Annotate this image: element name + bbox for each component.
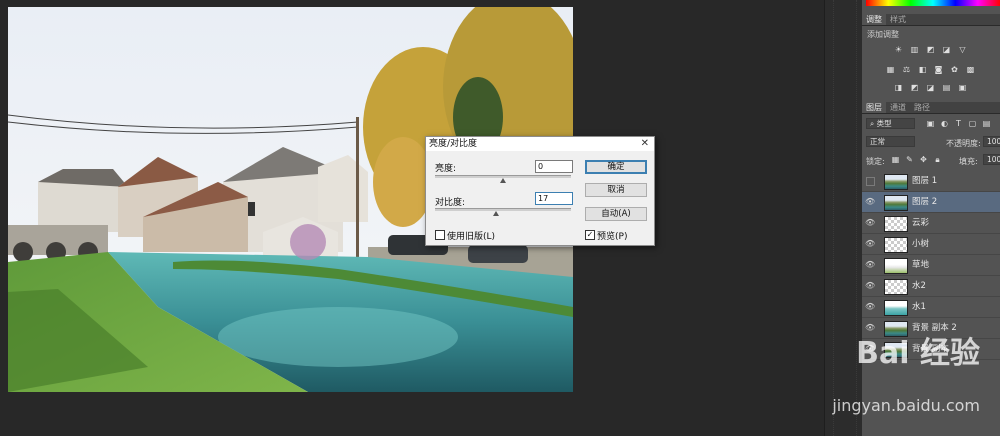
adjustment-icons-row-3: ◨ ◩ ◪ ▤ ▣ <box>862 83 1000 95</box>
kind-filter-select[interactable]: ⌕ 类型 <box>866 118 915 129</box>
contrast-label: 对比度: <box>435 198 466 208</box>
layer-thumbnail <box>884 258 908 274</box>
close-icon[interactable]: ✕ <box>641 137 649 151</box>
kind-filter-value: 类型 <box>876 119 892 128</box>
brightness-contrast-icon[interactable]: ☀ <box>894 45 903 54</box>
channel-mixer-icon[interactable]: ✿ <box>950 65 959 74</box>
opacity-input[interactable]: 100% <box>983 136 1000 147</box>
lock-image-icon[interactable]: ✎ <box>905 155 914 164</box>
legacy-checkbox[interactable] <box>435 230 445 240</box>
vibrance-icon[interactable]: ▽ <box>958 45 967 54</box>
layer-name[interactable]: 草地 <box>912 255 929 275</box>
layer-name[interactable]: 图层 2 <box>912 192 937 212</box>
layer-thumbnail <box>884 237 908 253</box>
dialog-title-bar[interactable]: 亮度/对比度 ✕ <box>426 137 654 151</box>
layer-row[interactable]: 👁︎ 水2 <box>862 276 1000 297</box>
selective-color-icon[interactable]: ▣ <box>958 83 967 92</box>
eye-icon[interactable]: 👁︎ <box>865 260 875 269</box>
watermark-url: jingyan.baidu.com <box>832 396 980 415</box>
invert-icon[interactable]: ◨ <box>894 83 903 92</box>
blend-mode-select[interactable]: 正常 <box>866 136 915 147</box>
eye-icon[interactable]: 👁︎ <box>865 302 875 311</box>
contrast-slider-thumb[interactable] <box>492 211 499 216</box>
layer-name[interactable]: 水2 <box>912 276 926 296</box>
smart-object-filter-icon[interactable]: ▤ <box>982 119 991 128</box>
type-filter-icon[interactable]: T <box>954 119 963 128</box>
fill-label: 填充: <box>959 157 978 166</box>
tab-layers[interactable]: 图层 <box>862 102 886 113</box>
lock-row: 锁定: ▦ ✎ ✥ 🔒︎ 填充: 100% <box>862 153 1000 166</box>
layer-name[interactable]: 图层 1 <box>912 171 937 191</box>
layer-thumbnail <box>884 195 908 211</box>
layer-row[interactable]: 👁︎ 图层 2 <box>862 192 1000 213</box>
cancel-button[interactable]: 取消 <box>585 183 647 197</box>
adjustment-filter-icon[interactable]: ◐ <box>940 119 949 128</box>
preview-checkbox[interactable]: ✓ <box>585 230 595 240</box>
tab-adjustments[interactable]: 调整 <box>862 14 886 25</box>
tab-styles[interactable]: 样式 <box>886 14 910 25</box>
shape-filter-icon[interactable]: ▢ <box>968 119 977 128</box>
search-icon: ⌕ <box>870 119 877 128</box>
legacy-label: 使用旧版(L) <box>447 232 496 242</box>
black-white-icon[interactable]: ◧ <box>918 65 927 74</box>
brightness-contrast-dialog: 亮度/对比度 ✕ 亮度: 0 对比度: 17 确定 取消 自动(A) 使用旧版(… <box>425 136 655 246</box>
eye-icon[interactable]: 👁︎ <box>865 218 875 227</box>
eye-icon[interactable]: 👁︎ <box>865 197 875 206</box>
layers-tab-row: 图层 通道 路径 <box>862 102 1000 114</box>
opacity-label: 不透明度: <box>946 139 981 148</box>
layer-thumbnail <box>884 279 908 295</box>
posterize-icon[interactable]: ◩ <box>910 83 919 92</box>
layer-filter-row: ⌕ 类型 ▣ ◐ T ▢ ▤ <box>862 117 1000 130</box>
adjustment-icons-row-2: ▦ ⚖ ◧ ◙ ✿ ▩ <box>862 65 1000 77</box>
eye-icon[interactable]: 👁︎ <box>865 281 875 290</box>
lock-label: 锁定: <box>866 157 885 166</box>
ok-button[interactable]: 确定 <box>585 160 647 174</box>
fill-input[interactable]: 100% <box>983 154 1000 165</box>
layer-row[interactable]: 👁︎ 水1 <box>862 297 1000 318</box>
add-adjustment-label: 添加调整 <box>867 30 899 39</box>
visibility-toggle[interactable] <box>866 177 875 186</box>
layer-row[interactable]: 👁︎ 草地 <box>862 255 1000 276</box>
dialog-title: 亮度/对比度 <box>429 139 478 149</box>
lock-transparent-icon[interactable]: ▦ <box>891 155 900 164</box>
pixel-filter-icon[interactable]: ▣ <box>926 119 935 128</box>
dock-grip[interactable] <box>833 0 857 436</box>
exposure-icon[interactable]: ◪ <box>942 45 951 54</box>
layer-row[interactable]: 👁︎ 云彩 <box>862 213 1000 234</box>
contrast-slider-track[interactable] <box>435 208 571 211</box>
auto-button[interactable]: 自动(A) <box>585 207 647 221</box>
adjustments-tab-row: 调整 样式 <box>862 14 1000 26</box>
layer-name[interactable]: 水1 <box>912 297 926 317</box>
layer-row[interactable]: 👁︎ 小树 <box>862 234 1000 255</box>
color-lookup-icon[interactable]: ▩ <box>966 65 975 74</box>
eye-icon[interactable]: 👁︎ <box>865 239 875 248</box>
layer-name[interactable]: 云彩 <box>912 213 929 233</box>
color-ramp[interactable] <box>866 0 1000 6</box>
contrast-input[interactable]: 17 <box>535 192 573 205</box>
levels-icon[interactable]: ▥ <box>910 45 919 54</box>
layer-name[interactable]: 小树 <box>912 234 929 254</box>
layer-thumbnail <box>884 216 908 232</box>
adjustment-icons-row-1: ☀ ▥ ◩ ◪ ▽ <box>862 45 1000 57</box>
preview-label: 预览(P) <box>597 232 628 242</box>
layer-row[interactable]: 图层 1 <box>862 171 1000 192</box>
document-workspace: 亮度/对比度 ✕ 亮度: 0 对比度: 17 确定 取消 自动(A) 使用旧版(… <box>0 0 862 436</box>
baidu-watermark: Bai 经验 <box>856 336 980 371</box>
lock-position-icon[interactable]: ✥ <box>919 155 928 164</box>
tab-channels[interactable]: 通道 <box>886 102 910 113</box>
brightness-input[interactable]: 0 <box>535 160 573 173</box>
tab-paths[interactable]: 路径 <box>910 102 934 113</box>
layer-thumbnail <box>884 174 908 190</box>
gradient-map-icon[interactable]: ▤ <box>942 83 951 92</box>
threshold-icon[interactable]: ◪ <box>926 83 935 92</box>
hue-saturation-icon[interactable]: ▦ <box>886 65 895 74</box>
curves-icon[interactable]: ◩ <box>926 45 935 54</box>
blend-row: 正常 不透明度: 100% <box>862 135 1000 148</box>
layer-thumbnail <box>884 300 908 316</box>
lock-all-icon[interactable]: 🔒︎ <box>933 155 942 164</box>
brightness-slider-thumb[interactable] <box>500 178 506 183</box>
photo-filter-icon[interactable]: ◙ <box>934 65 943 74</box>
brightness-label: 亮度: <box>435 164 457 174</box>
color-balance-icon[interactable]: ⚖ <box>902 65 911 74</box>
